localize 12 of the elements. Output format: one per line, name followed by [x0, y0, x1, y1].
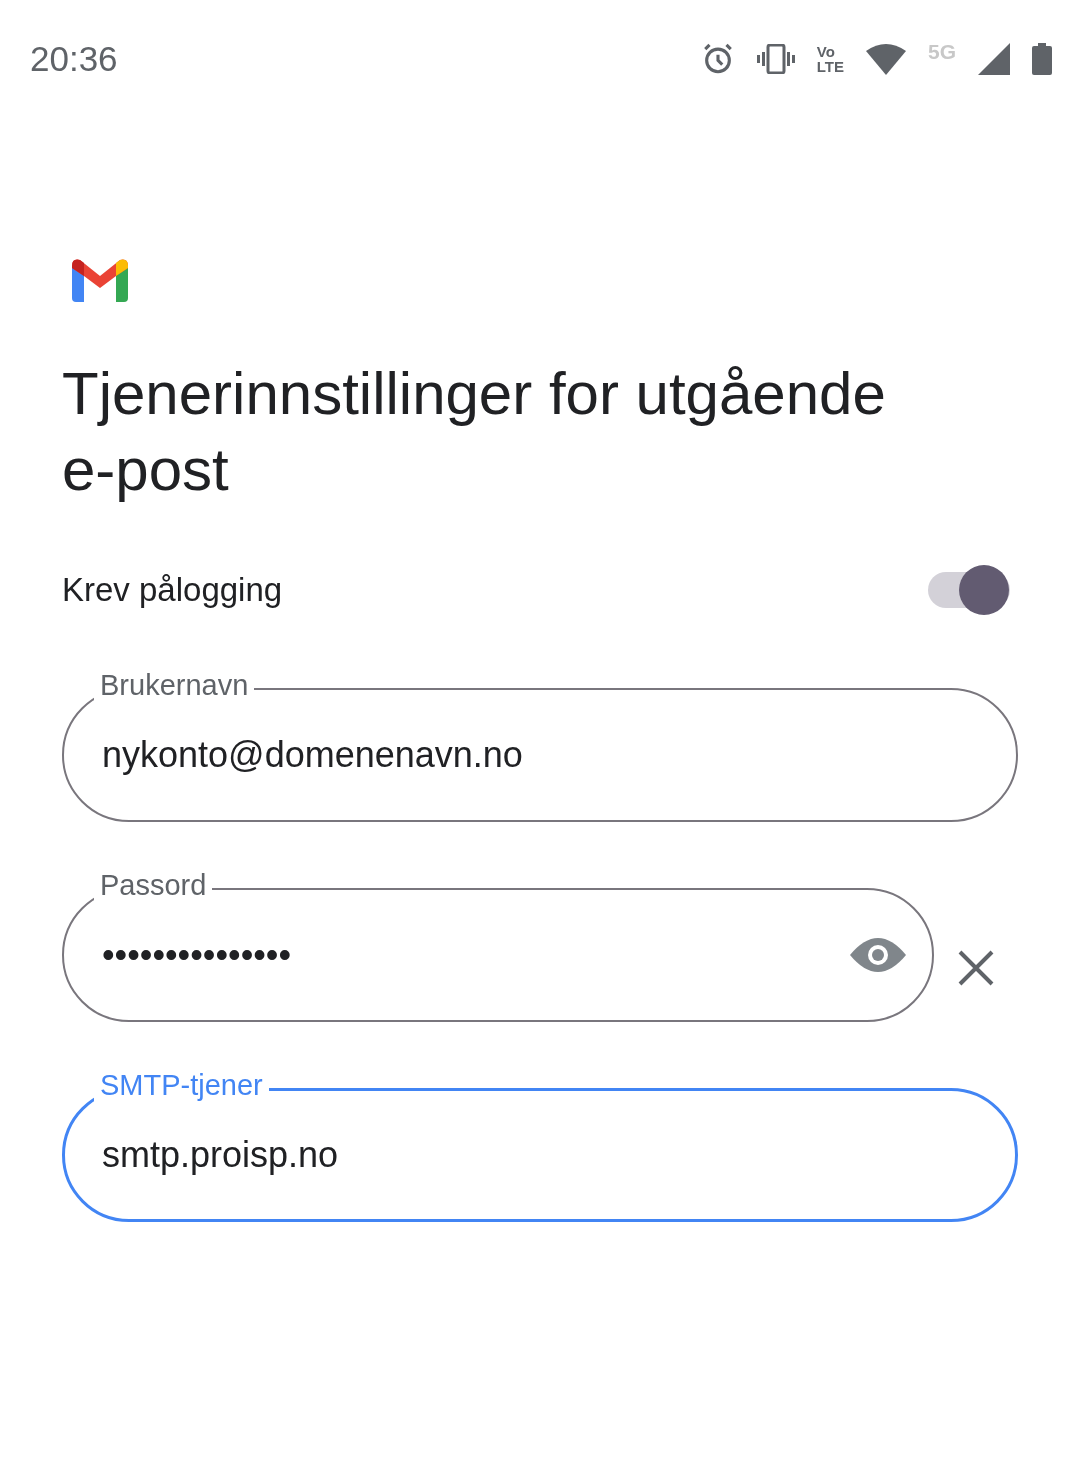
close-icon: [958, 950, 994, 986]
wifi-icon: [866, 43, 906, 75]
signal-icon: [978, 43, 1010, 75]
page-title: Tjenerinnstillinger for utgående e-post: [62, 359, 887, 505]
setting-label: Krev pålogging: [62, 570, 283, 611]
volte-indicator: Vo LTE: [816, 44, 844, 74]
toggle-switch[interactable]: [928, 564, 1010, 616]
vibrate-icon: [756, 44, 795, 74]
eye-icon[interactable]: [850, 937, 906, 973]
mail-logo: [72, 258, 128, 302]
status-time: 20:36: [30, 37, 118, 80]
battery-icon: [1032, 43, 1052, 75]
